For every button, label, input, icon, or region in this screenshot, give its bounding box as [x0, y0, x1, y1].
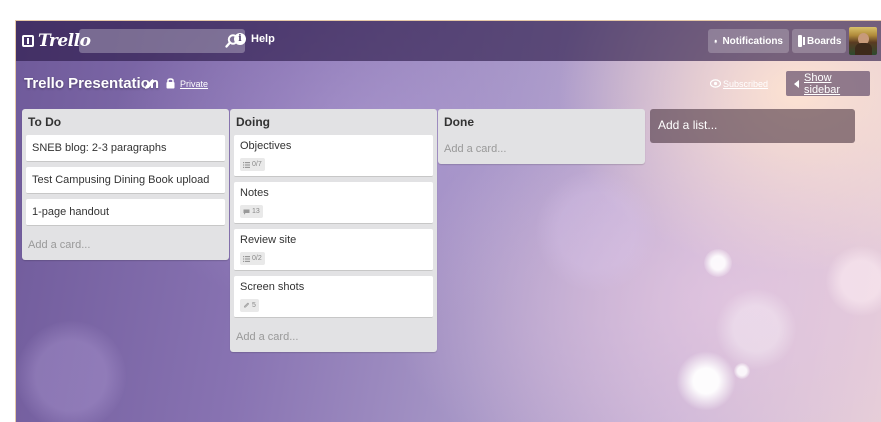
card-title: Objectives — [240, 140, 292, 152]
search-input[interactable] — [79, 29, 245, 53]
add-card-button[interactable]: Add a card... — [22, 231, 229, 260]
bokeh-light — [536, 171, 656, 291]
subscribed-link[interactable]: Subscribed — [723, 79, 768, 89]
checklist-badge: 0/2 — [240, 252, 265, 265]
lock-icon — [166, 78, 175, 89]
caret-left-icon — [794, 79, 799, 88]
badge-count: 5 — [252, 302, 256, 309]
board-title[interactable]: Trello Presentation — [24, 75, 159, 92]
bokeh-light — [16, 321, 126, 422]
visibility-private-link[interactable]: Private — [180, 79, 208, 89]
bokeh-light — [734, 363, 750, 379]
list-title[interactable]: Doing — [230, 109, 437, 133]
comment-badge: 13 — [240, 205, 263, 218]
card-title: Notes — [240, 187, 269, 199]
bokeh-light — [704, 249, 732, 277]
bokeh-light — [676, 351, 736, 411]
card[interactable]: Notes 13 — [234, 182, 433, 224]
card-title: Review site — [240, 234, 297, 246]
list-to-do: To Do SNEB blog: 2-3 paragraphs Test Cam… — [22, 109, 229, 260]
board-canvas: Trello i Help Notifications Boards Trell… — [15, 20, 881, 422]
comment-icon — [243, 209, 250, 215]
bokeh-light — [826, 246, 881, 316]
boards-button[interactable]: Boards — [792, 29, 846, 53]
badge-count: 0/2 — [252, 255, 262, 262]
bokeh-light — [716, 289, 796, 369]
checklist-badge: 0/7 — [240, 158, 265, 171]
card[interactable]: Review site 0/2 — [234, 229, 433, 271]
notifications-button[interactable]: Notifications — [708, 29, 789, 53]
bell-icon — [714, 39, 718, 43]
card[interactable]: Objectives 0/7 — [234, 135, 433, 177]
list-done: Done Add a card... — [438, 109, 645, 164]
top-header-bar: Trello i Help Notifications Boards — [16, 21, 881, 61]
boards-icon — [798, 35, 805, 47]
card-title: SNEB blog: 2-3 paragraphs — [32, 142, 167, 154]
list-doing: Doing Objectives 0/7 Notes 13 Review sit… — [230, 109, 437, 352]
checklist-icon — [243, 161, 250, 168]
card-title: Screen shots — [240, 281, 305, 293]
card-title: 1-page handout — [32, 206, 110, 218]
boards-label: Boards — [807, 35, 842, 47]
badge-count: 13 — [252, 208, 260, 215]
add-card-button[interactable]: Add a card... — [230, 323, 437, 352]
add-card-button[interactable]: Add a card... — [438, 133, 645, 164]
attachment-icon — [244, 302, 249, 308]
eye-icon — [710, 79, 721, 88]
notifications-label: Notifications — [722, 35, 783, 47]
add-list-button[interactable]: Add a list... — [650, 109, 855, 143]
badge-count: 0/7 — [252, 161, 262, 168]
help-label: Help — [251, 33, 275, 45]
list-title[interactable]: Done — [438, 109, 645, 133]
attachment-badge: 5 — [240, 299, 259, 312]
trello-board-icon — [22, 35, 34, 47]
list-title[interactable]: To Do — [22, 109, 229, 133]
card[interactable]: Test Campusing Dining Book upload — [26, 167, 225, 194]
pencil-icon[interactable] — [144, 78, 156, 90]
avatar[interactable] — [849, 27, 877, 55]
card[interactable]: Screen shots 5 — [234, 276, 433, 318]
info-icon: i — [234, 33, 246, 45]
card[interactable]: SNEB blog: 2-3 paragraphs — [26, 135, 225, 162]
card[interactable]: 1-page handout — [26, 199, 225, 226]
checklist-icon — [243, 255, 250, 262]
show-sidebar-label: Show sidebar — [804, 71, 841, 96]
card-title: Test Campusing Dining Book upload — [32, 174, 210, 186]
show-sidebar-button[interactable]: Show sidebar — [786, 71, 870, 96]
help-button[interactable]: i Help — [234, 33, 275, 45]
